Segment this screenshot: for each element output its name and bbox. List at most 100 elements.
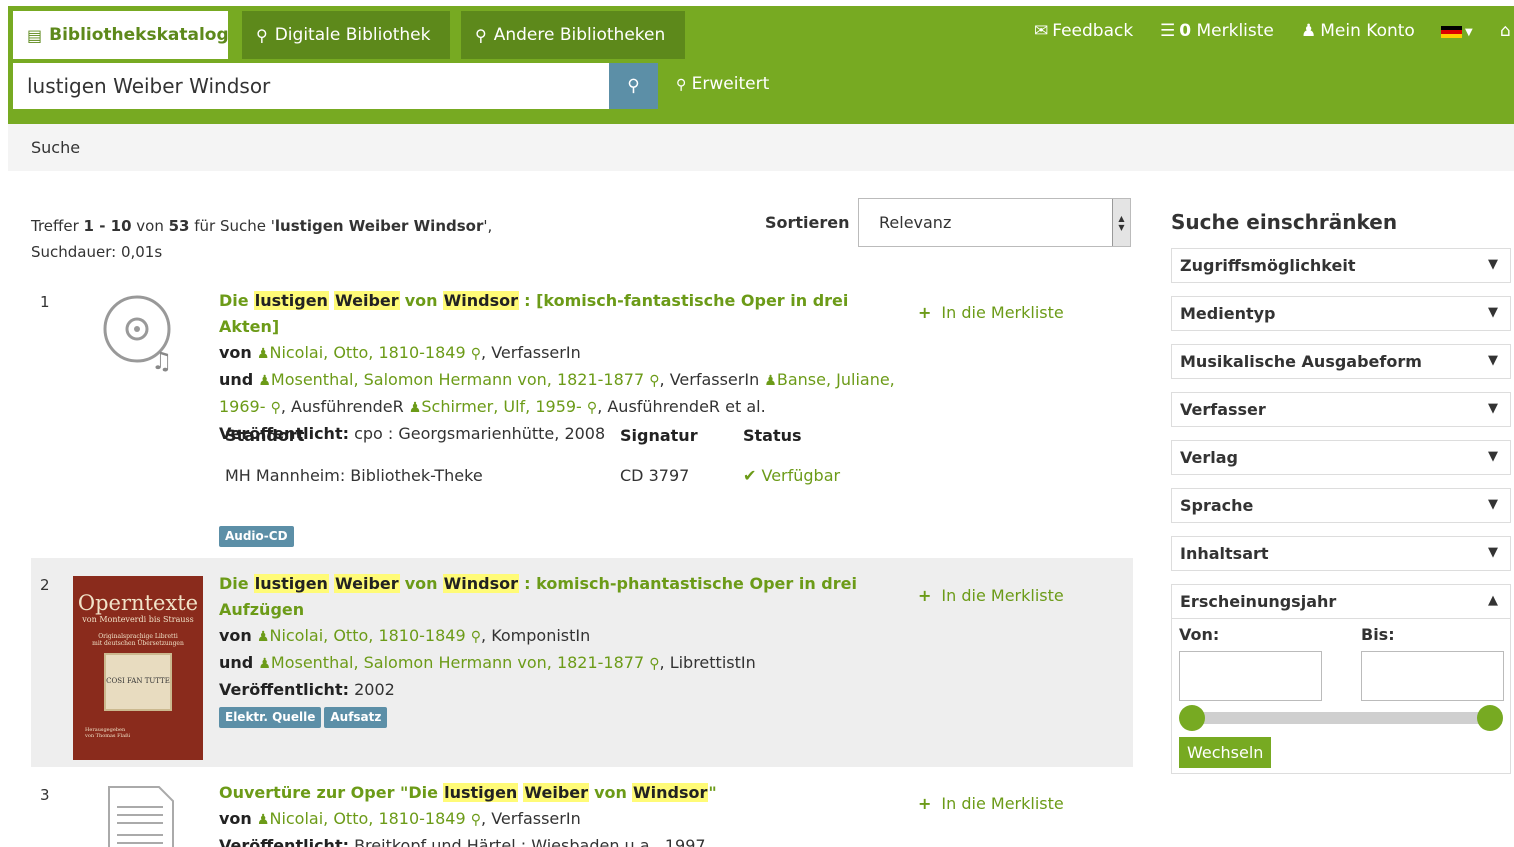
search-icon[interactable]: ⚲ [471,812,481,828]
book-icon: ▤ [27,25,43,45]
slider-handle-min[interactable] [1179,705,1205,731]
media-badge: Elektr. Quelle [219,707,322,728]
title-part: von [404,574,438,593]
search-button[interactable]: ⚲ [609,63,658,109]
standort-value: MH Mannheim: Bibliothek-Theke [225,466,483,485]
search-input[interactable] [13,63,609,109]
author-link[interactable]: Mosenthal, Salomon Hermann von, 1821-187… [271,653,644,672]
year-from-input[interactable] [1179,651,1322,701]
pub-label: Veröffentlicht: [219,836,349,847]
author-line: von ♟Nicolai, Otto, 1810-1849 ⚲, Verfass… [219,340,909,367]
pub-value: Breitkopf und Härtel : Wiesbaden u.a., 1… [354,836,706,847]
slider-handle-max[interactable] [1477,705,1503,731]
title-highlight: lustigen [253,291,329,310]
merkliste-label: Merkliste [1196,21,1274,41]
title-highlight: Weiber [523,783,590,802]
search-icon[interactable]: ⚲ [271,400,281,416]
result-title[interactable]: Die lustigen Weiber von Windsor : komisc… [219,571,909,623]
facet-medientyp[interactable]: Medientyp ▼ [1171,296,1511,331]
tab-label: Bibliothekskatalog [49,25,229,45]
result-title[interactable]: Ouvertüre zur Oper "Die lustigen Weiber … [219,780,909,806]
search-icon[interactable]: ⚲ [587,400,597,416]
breadcrumb-item: Suche [31,138,81,157]
year-slider-track[interactable] [1184,712,1502,724]
und-label: und [219,653,254,672]
facet-label: Inhaltsart [1180,544,1269,563]
facet-verlag[interactable]: Verlag ▼ [1171,440,1511,475]
cover-line: mit deutschen Übersetzungen [92,640,184,647]
column-header: Status [743,426,802,445]
author-link[interactable]: Nicolai, Otto, 1810-1849 [269,626,465,645]
tab-label: Digitale Bibliothek [274,25,431,45]
title-highlight: Windsor [442,574,520,593]
author-role: , VerfasserIn [481,809,581,828]
result-title[interactable]: Die lustigen Weiber von Windsor : [komis… [219,288,909,340]
summary-total: 53 [168,217,190,235]
sort-select[interactable]: Relevanz ▲ ▼ [858,198,1131,247]
add-to-merkliste-button[interactable]: + In die Merkliste [918,586,1064,605]
author-link[interactable]: Nicolai, Otto, 1810-1849 [269,809,465,828]
search-icon[interactable]: ⚲ [649,373,659,389]
result-item: 3 Ouvertüre zur Oper "Die lustigen Weibe… [31,770,1133,847]
tab-bibliothekskatalog[interactable]: ▤ Bibliothekskatalog [13,11,229,59]
home-icon[interactable]: ⌂ [1500,21,1511,41]
result-item: 1 ♫ Die lustigen Weiber von Windsor : [k… [31,285,1133,555]
plus-icon: + [918,794,932,813]
von-label: von [219,626,252,645]
facet-sprache[interactable]: Sprache ▼ [1171,488,1511,523]
konto-label: Mein Konto [1320,21,1415,41]
year-to-input[interactable] [1361,651,1504,701]
search-icon[interactable]: ⚲ [471,346,481,362]
add-to-merkliste-button[interactable]: + In die Merkliste [918,794,1064,813]
facet-verfasser[interactable]: Verfasser ▼ [1171,392,1511,427]
search-summary: Treffer 1 - 10 von 53 für Suche 'lustige… [31,213,492,265]
author-role: , VerfasserIn [481,343,581,362]
facet-inhaltsart[interactable]: Inhaltsart ▼ [1171,536,1511,571]
advanced-search-link[interactable]: ⚲ Erweitert [676,74,769,94]
facet-zugriffsmoeglichkeit[interactable]: Zugriffsmöglichkeit ▼ [1171,248,1511,283]
author-role: , LibrettistIn [659,653,756,672]
author-line: und ♟Mosenthal, Salomon Hermann von, 182… [219,650,909,677]
merkliste-link[interactable]: ☰ 0 Merkliste [1160,21,1274,41]
facet-musikalische-ausgabeform[interactable]: Musikalische Ausgabeform ▼ [1171,344,1511,379]
person-icon: ♟ [256,812,270,828]
author-link[interactable]: Mosenthal, Salomon Hermann von, 1821-187… [271,370,644,389]
column-header: Signatur [620,426,698,445]
caret-down-icon: ▼ [1488,353,1498,368]
tab-digitale-bibliothek[interactable]: ⚲ Digitale Bibliothek [242,11,450,59]
mein-konto-link[interactable]: ♟ Mein Konto [1301,21,1415,41]
audio-cd-icon: ♫ [103,295,173,375]
cover-title: Operntexte [77,591,199,615]
merk-label: In die Merkliste [941,586,1064,605]
author-role: , AusführendeR et al. [597,397,766,416]
wechseln-button[interactable]: Wechseln [1179,737,1272,768]
author-link[interactable]: Schirmer, Ulf, 1959- [421,397,581,416]
author-role: , KomponistIn [481,626,591,645]
person-icon: ♟ [256,346,270,362]
caret-up-icon: ▲ [1488,593,1498,608]
person-icon: ♟ [764,373,777,389]
facet-label: Musikalische Ausgabeform [1180,352,1422,371]
search-icon[interactable]: ⚲ [471,629,481,645]
author-link[interactable]: Nicolai, Otto, 1810-1849 [269,343,465,362]
title-part: Ouvertüre zur Oper "Die [219,783,438,802]
author-role: , AusführendeR [280,397,404,416]
search-duration: Suchdauer: 0,01s [31,243,163,261]
person-icon: ♟ [408,400,422,416]
badge-row: Elektr. Quelle Aufsatz [219,703,909,729]
add-to-merkliste-button[interactable]: + In die Merkliste [918,303,1064,322]
facet-label: Erscheinungsjahr [1180,592,1337,611]
language-dropdown[interactable]: ▼ [1441,26,1473,38]
result-number: 3 [40,786,50,804]
title-part: : komisch-phantastische Oper in drei [524,574,857,593]
feedback-label: Feedback [1052,21,1134,41]
merkliste-count: 0 [1179,21,1192,41]
facet-erscheinungsjahr-header[interactable]: Erscheinungsjahr ▲ [1171,584,1511,619]
user-icon: ♟ [1301,21,1317,41]
book-cover[interactable]: Operntexte von Monteverdi bis Strauss Or… [73,576,203,760]
pub-value: 2002 [354,680,395,699]
feedback-link[interactable]: ✉ Feedback [1034,21,1133,41]
search-icon[interactable]: ⚲ [649,656,659,672]
cover-editor: von Thomas Flaßi [85,733,131,739]
tab-andere-bibliotheken[interactable]: ⚲ Andere Bibliotheken [461,11,685,59]
